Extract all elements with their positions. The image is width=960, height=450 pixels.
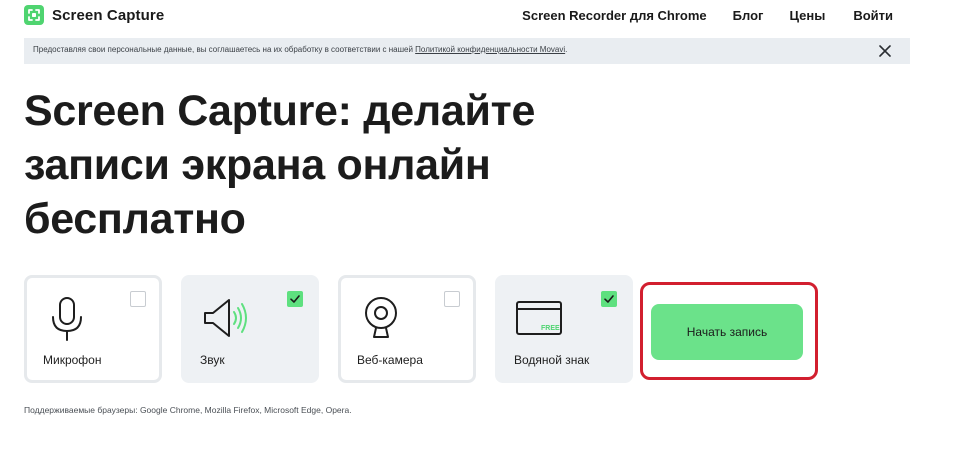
title-line-1: Screen Capture: делайте [24, 87, 536, 135]
option-webcam[interactable]: Веб-камера [338, 275, 476, 383]
privacy-policy-link[interactable]: Политикой конфиденциальности Movavi [415, 45, 565, 54]
nav-login[interactable]: Войти [853, 8, 893, 23]
close-consent-button[interactable] [876, 42, 894, 60]
nav-prices[interactable]: Цены [789, 8, 825, 23]
option-label: Водяной знак [514, 353, 590, 367]
sound-checkbox[interactable] [287, 291, 303, 307]
consent-banner: Предоставляя свои персональные данные, в… [24, 38, 910, 64]
watermark-icon: FREE [516, 301, 562, 335]
option-label: Микрофон [43, 353, 102, 367]
webcam-checkbox[interactable] [444, 291, 460, 307]
nav-screen-recorder-chrome[interactable]: Screen Recorder для Chrome [522, 8, 707, 23]
watermark-checkbox[interactable] [601, 291, 617, 307]
main-nav: Screen Recorder для Chrome Блог Цены Вой… [522, 8, 893, 23]
consent-suffix: . [565, 45, 568, 54]
microphone-icon [52, 297, 82, 341]
close-icon [879, 45, 891, 57]
nav-blog[interactable]: Блог [733, 8, 764, 23]
title-line-2: записи экрана онлайн [24, 141, 491, 189]
supported-browsers-note: Поддерживаемые браузеры: Google Chrome, … [24, 405, 352, 415]
checkmark-icon [290, 295, 300, 303]
header: Screen Capture Screen Recorder для Chrom… [0, 0, 960, 34]
webcam-icon [365, 297, 397, 338]
consent-text: Предоставляя свои персональные данные, в… [33, 45, 567, 54]
start-recording-button[interactable]: Начать запись [651, 304, 803, 360]
speaker-icon [204, 299, 247, 337]
screen-capture-logo-icon [24, 5, 44, 25]
title-line-3: бесплатно [24, 195, 246, 243]
watermark-badge: FREE [541, 325, 560, 332]
logo-text: Screen Capture [52, 6, 165, 24]
logo[interactable]: Screen Capture [24, 5, 164, 25]
option-sound[interactable]: Звук [181, 275, 319, 383]
option-label: Веб-камера [357, 353, 423, 367]
page-title: Screen Capture: делайте записи экрана он… [24, 84, 644, 246]
microphone-checkbox[interactable] [130, 291, 146, 307]
consent-message: Предоставляя свои персональные данные, в… [33, 45, 416, 54]
option-microphone[interactable]: Микрофон [24, 275, 162, 383]
checkmark-icon [604, 295, 614, 303]
option-watermark[interactable]: FREE Водяной знак [495, 275, 633, 383]
option-label: Звук [200, 353, 225, 367]
